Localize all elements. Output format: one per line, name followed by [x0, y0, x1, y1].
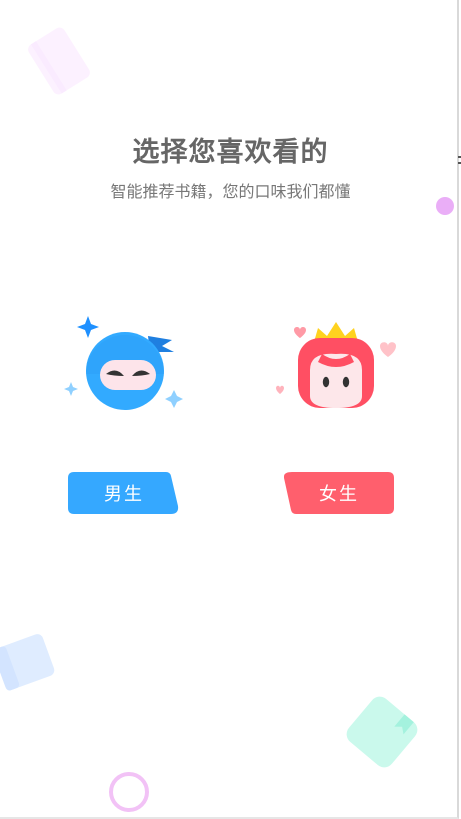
ninja-boy-avatar-icon[interactable] — [62, 312, 188, 420]
book-decoration-icon — [28, 27, 90, 95]
page-subtitle: 智能推荐书籍，您的口味我们都懂 — [110, 182, 351, 201]
book-decoration-icon — [346, 696, 418, 768]
ring-decoration — [109, 772, 149, 812]
book-decoration-icon — [0, 634, 55, 691]
app-screen: 选择您喜欢看的 智能推荐书籍，您的口味我们都懂 男生 女生 — [0, 0, 459, 819]
female-button-label: 女生 — [319, 484, 359, 505]
male-button-label: 男生 — [104, 484, 144, 505]
male-button[interactable]: 男生 — [68, 472, 180, 514]
female-button[interactable]: 女生 — [284, 472, 394, 514]
princess-girl-avatar-icon[interactable] — [270, 316, 406, 414]
page-title: 选择您喜欢看的 — [132, 137, 329, 168]
